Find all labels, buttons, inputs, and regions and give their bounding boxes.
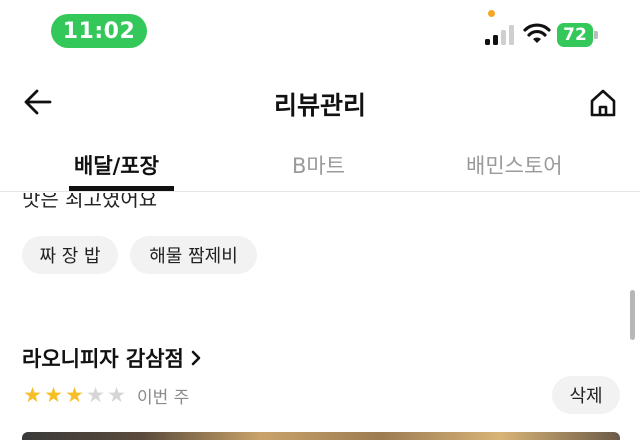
star-filled-icon: ★ xyxy=(65,383,84,407)
store-name-link[interactable]: 라오니피자 감삼점 xyxy=(22,343,202,373)
status-bar: 11:02 72 xyxy=(0,0,640,62)
star-filled-icon: ★ xyxy=(23,383,42,407)
app-header: 리뷰관리 xyxy=(0,70,640,136)
chevron-right-icon xyxy=(190,349,202,367)
star-filled-icon: ★ xyxy=(44,383,63,407)
review-text: 맛은 최고였어요 xyxy=(22,193,158,211)
wifi-icon xyxy=(523,23,551,43)
battery-level: 72 xyxy=(557,23,593,47)
tab-baemin-store[interactable]: 배민스토어 xyxy=(466,150,563,180)
home-icon xyxy=(590,89,616,117)
active-tab-indicator xyxy=(69,186,174,191)
store-name: 라오니피자 감삼점 xyxy=(22,347,184,371)
cellular-signal-icon xyxy=(485,25,514,45)
tab-delivery[interactable]: 배달/포장 xyxy=(74,150,159,180)
status-time: 11:02 xyxy=(51,14,147,48)
review-list: 맛은 최고였어요 짜 장 밥 해물 짬제비 라오니피자 감삼점 ★ ★ ★ ★ … xyxy=(0,193,640,440)
delete-button[interactable]: 삭제 xyxy=(552,376,620,414)
privacy-indicator-dot xyxy=(488,10,495,17)
tab-bmart[interactable]: B마트 xyxy=(292,150,345,180)
star-rating: ★ ★ ★ ★ ★ 이번 주 xyxy=(22,383,190,408)
battery-cap xyxy=(594,31,598,39)
menu-tag[interactable]: 짜 장 밥 xyxy=(22,236,118,274)
star-empty-icon: ★ xyxy=(86,383,105,407)
battery-indicator: 72 xyxy=(557,23,599,47)
review-date: 이번 주 xyxy=(137,387,190,408)
review-photo[interactable] xyxy=(22,432,620,440)
scrollbar[interactable] xyxy=(630,290,635,340)
star-empty-icon: ★ xyxy=(107,383,126,407)
home-button[interactable] xyxy=(584,84,622,122)
category-tabs: 배달/포장 B마트 배민스토어 xyxy=(0,140,640,192)
page-title: 리뷰관리 xyxy=(273,91,366,120)
menu-tag[interactable]: 해물 짬제비 xyxy=(130,236,257,274)
